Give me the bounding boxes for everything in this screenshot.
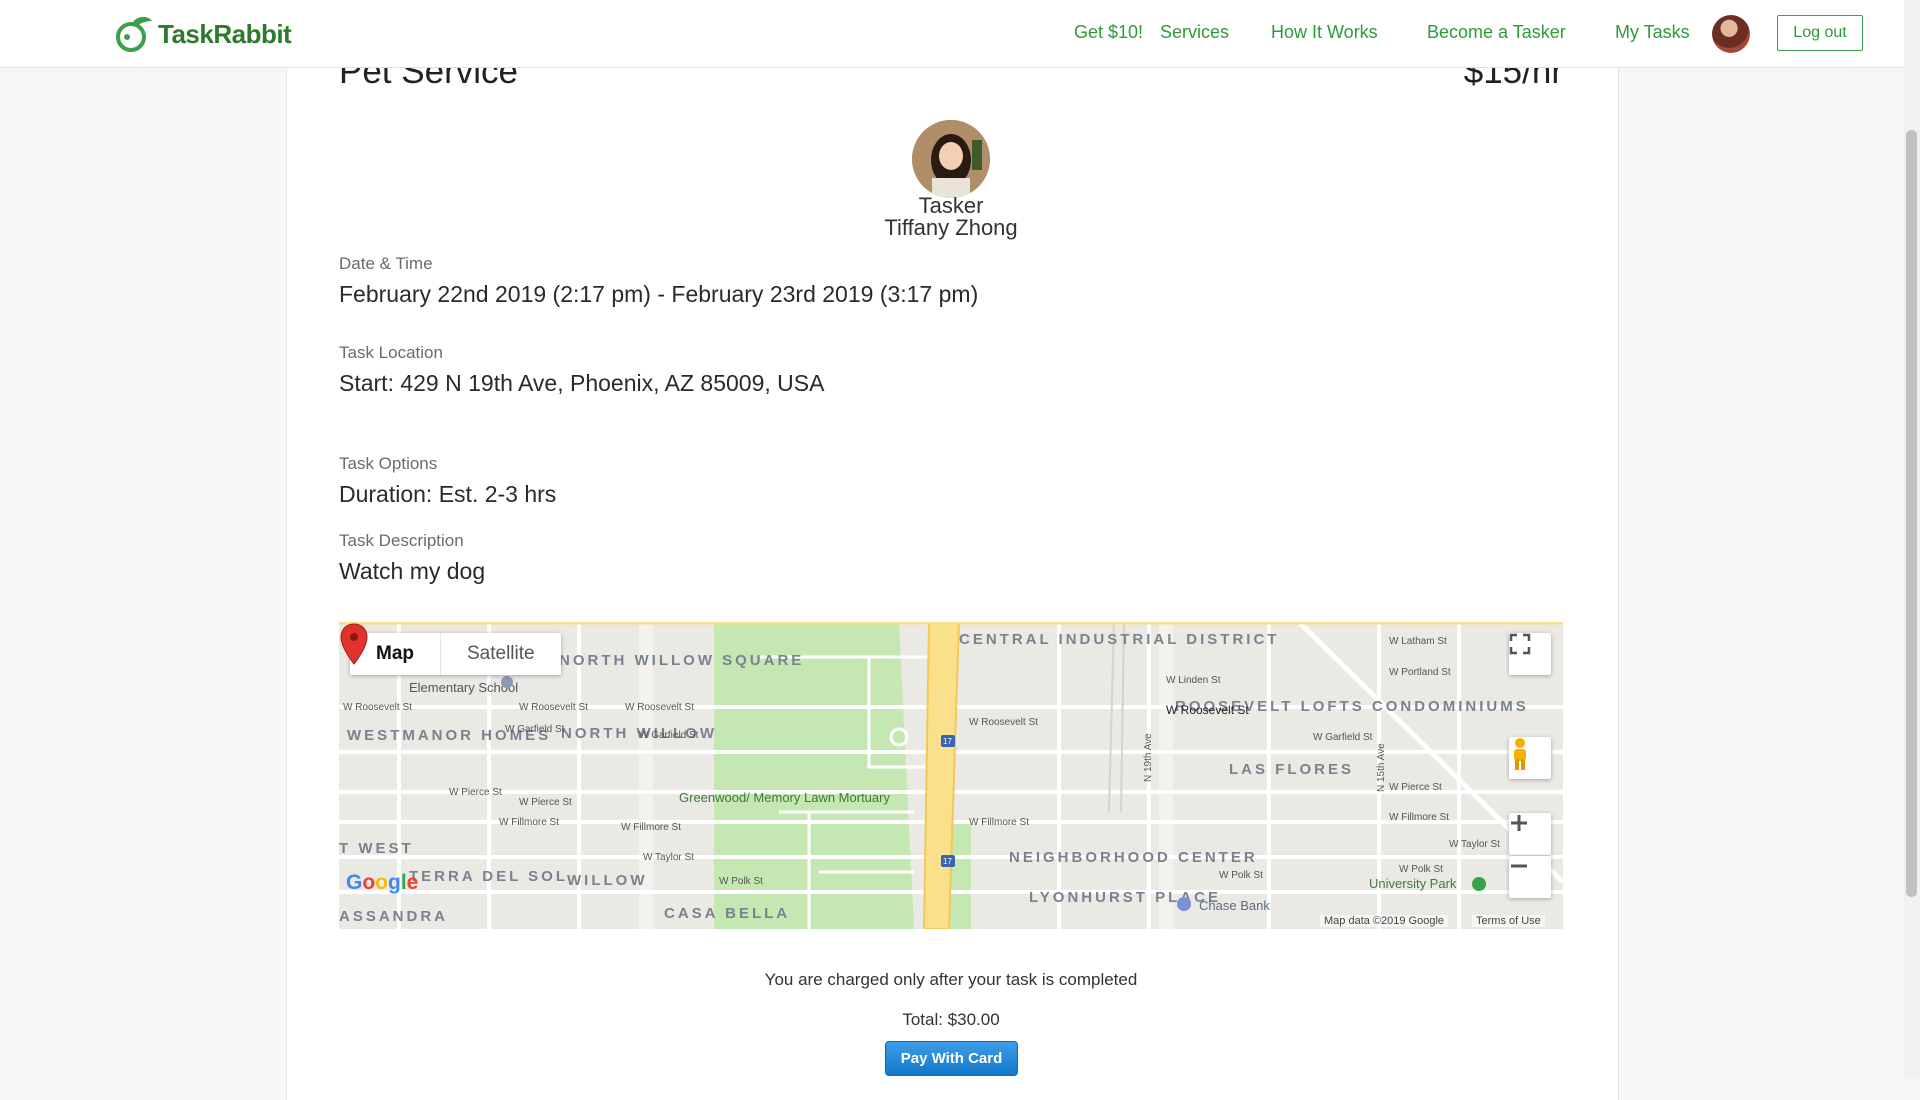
top-navbar: TaskRabbit Get $10! Services How It Work… xyxy=(0,0,1904,68)
terms-of-use-link[interactable]: Terms of Use xyxy=(1472,915,1545,927)
map-label-central-industrial: CENTRAL INDUSTRIAL DISTRICT xyxy=(959,631,1279,648)
map-type-switch: Map Satellite xyxy=(350,633,561,675)
nav-get-10[interactable]: Get $10! xyxy=(1074,22,1143,43)
svg-text:17: 17 xyxy=(943,737,952,746)
map-label-neighborhood-center: NEIGHBORHOOD CENTER xyxy=(1009,849,1258,866)
map-label-terra-del-sol: TERRA DEL SOL xyxy=(409,868,568,885)
street-portland: W Portland St xyxy=(1389,667,1451,678)
street-roosevelt-main: W Roosevelt St xyxy=(1166,703,1249,717)
map-label-greenwood: Greenwood/ Memory Lawn Mortuary xyxy=(679,790,890,805)
street-latham: W Latham St xyxy=(1389,636,1447,647)
bank-marker-icon[interactable] xyxy=(1177,897,1191,911)
school-marker-icon[interactable] xyxy=(501,676,513,688)
map-data-attribution: Map data ©2019 Google xyxy=(1320,915,1449,927)
map-label-cassandra: ASSANDRA xyxy=(339,908,448,925)
svg-text:17: 17 xyxy=(943,857,952,866)
street-fillmore-2: W Fillmore St xyxy=(621,822,681,833)
street-n-19th: N 19th Ave xyxy=(1143,733,1154,782)
street-fillmore-4: W Fillmore St xyxy=(1389,812,1449,823)
map-label-north-willow-square: NORTH WILLOW SQUARE xyxy=(559,652,804,669)
brand-name: TaskRabbit xyxy=(158,18,292,49)
street-taylor-1: W Taylor St xyxy=(643,852,694,863)
google-map[interactable]: NORTH WILLOW SQUARE NORTH WILLOW CENTRAL… xyxy=(339,622,1563,929)
street-garfield-3: W Garfield St xyxy=(1313,732,1373,743)
tasker-avatar xyxy=(912,120,990,198)
zoom-out-icon[interactable] xyxy=(1509,856,1551,898)
location-value: Start: 429 N 19th Ave, Phoenix, AZ 85009… xyxy=(339,370,825,396)
zoom-in-icon[interactable] xyxy=(1509,813,1551,855)
street-pierce-3: W Pierce St xyxy=(1389,782,1442,793)
tasker-photo-icon xyxy=(912,120,990,198)
street-garfield-2: W Garfield St xyxy=(639,730,699,741)
street-pierce-2: W Pierce St xyxy=(519,797,572,808)
map-label-casa-bella: CASA BELLA xyxy=(664,905,790,922)
street-garfield-1: W Garfield St xyxy=(505,724,565,735)
map-label-west: T WEST xyxy=(339,840,414,857)
street-polk-2: W Polk St xyxy=(1219,870,1263,881)
charge-note: You are charged only after your task is … xyxy=(764,970,1138,989)
street-roosevelt-4: W Roosevelt St xyxy=(969,717,1038,728)
pay-with-card-button[interactable]: Pay With Card xyxy=(885,1041,1018,1076)
description-label: Task Description xyxy=(339,531,464,550)
options-label: Task Options xyxy=(339,454,438,473)
pegman-icon[interactable] xyxy=(1509,737,1551,779)
street-fillmore-3: W Fillmore St xyxy=(969,817,1029,828)
street-roosevelt-2: W Roosevelt St xyxy=(519,702,588,713)
map-label-willow: WILLOW xyxy=(567,872,647,889)
location-label: Task Location xyxy=(339,343,443,362)
fullscreen-icon[interactable] xyxy=(1509,633,1551,675)
street-taylor-2: W Taylor St xyxy=(1449,839,1500,850)
street-linden: W Linden St xyxy=(1166,675,1221,686)
street-polk-1: W Polk St xyxy=(719,876,763,887)
rabbit-logo-icon xyxy=(116,16,152,52)
options-value: Duration: Est. 2-3 hrs xyxy=(339,481,557,507)
nav-my-tasks[interactable]: My Tasks xyxy=(1615,22,1690,43)
street-pierce-1: W Pierce St xyxy=(449,787,502,798)
date-time-value: February 22nd 2019 (2:17 pm) - February … xyxy=(339,281,979,307)
street-roosevelt-1: W Roosevelt St xyxy=(343,702,412,713)
street-n-15th: N 15th Ave xyxy=(1376,743,1387,792)
street-polk-3: W Polk St xyxy=(1399,864,1443,875)
map-label-chase: Chase Bank xyxy=(1199,898,1270,913)
total-amount: Total: $30.00 xyxy=(902,1010,1000,1029)
logout-button[interactable]: Log out xyxy=(1777,15,1863,51)
map-type-satellite[interactable]: Satellite xyxy=(440,633,561,675)
map-label-las-flores: LAS FLORES xyxy=(1229,761,1354,778)
nav-how-it-works[interactable]: How It Works xyxy=(1271,22,1378,43)
park-marker-icon[interactable] xyxy=(1472,877,1486,891)
description-value: Watch my dog xyxy=(339,558,486,584)
nav-services[interactable]: Services xyxy=(1160,22,1229,43)
user-avatar[interactable] xyxy=(1712,15,1750,53)
nav-become-tasker[interactable]: Become a Tasker xyxy=(1427,22,1566,43)
taskrabbit-logo[interactable]: TaskRabbit xyxy=(114,15,292,53)
scrollbar-thumb[interactable] xyxy=(1906,130,1917,897)
street-fillmore-1: W Fillmore St xyxy=(499,817,559,828)
google-logo: Google xyxy=(346,871,419,894)
location-pin-icon[interactable] xyxy=(339,622,369,666)
date-time-label: Date & Time xyxy=(339,254,433,273)
map-label-university-park: University Park xyxy=(1369,876,1457,891)
tasker-name: Tiffany Zhong xyxy=(884,215,1018,240)
map-label-lyonhurst: LYONHURST PLACE xyxy=(1029,889,1221,906)
street-roosevelt-3: W Roosevelt St xyxy=(625,702,694,713)
